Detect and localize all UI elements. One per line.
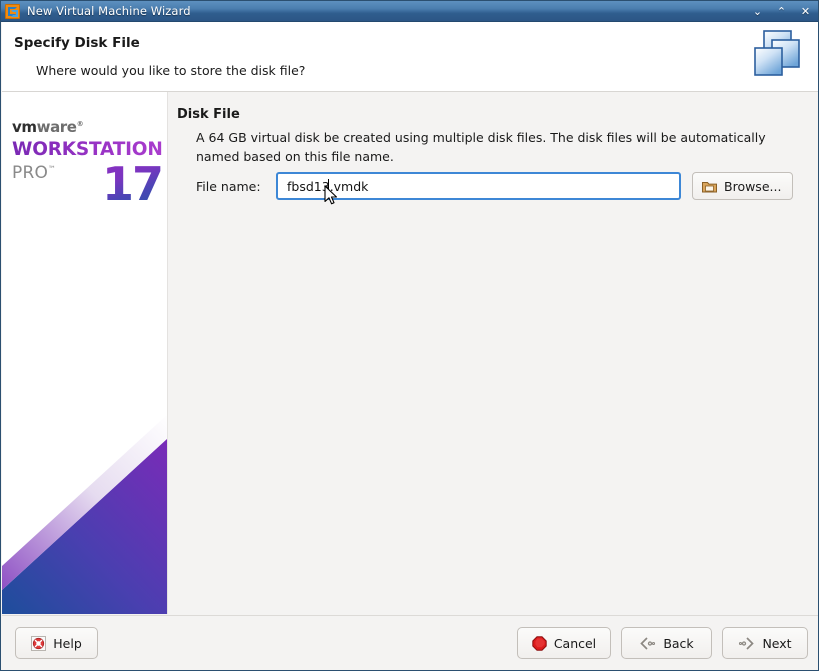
vmware-wordmark: vmware® [12, 120, 162, 135]
titlebar[interactable]: New Virtual Machine Wizard ⌄ ⌃ ✕ [1, 1, 818, 22]
new-virtual-machine-wizard-window: New Virtual Machine Wizard ⌄ ⌃ ✕ Specify… [0, 0, 819, 671]
close-icon[interactable]: ✕ [800, 6, 811, 17]
wizard-footer: Help Cancel Back Next [2, 615, 818, 670]
branding-sidebar: vmware® WORKSTATION PRO™ 17 [2, 92, 168, 614]
section-title: Disk File [177, 107, 240, 122]
help-button-label: Help [53, 635, 82, 651]
text-caret [328, 179, 329, 195]
back-button[interactable]: Back [621, 627, 712, 659]
file-name-input[interactable]: fbsd13.vmdk [276, 172, 681, 200]
vmware-workstation-icon [5, 3, 20, 19]
browse-button[interactable]: Browse... [692, 172, 794, 200]
file-name-row: File name: fbsd13.vmdk Browse... [196, 172, 794, 200]
diagonal-gradient-band [2, 414, 167, 614]
edition-label: PRO™ [12, 162, 57, 183]
maximize-icon[interactable]: ⌃ [776, 6, 787, 17]
vmware-ware-text: ware [36, 118, 77, 136]
stacked-disks-icon [754, 30, 800, 76]
version-number: 17 [101, 156, 164, 211]
vmware-vm-text: vm [12, 118, 37, 136]
cancel-button[interactable]: Cancel [517, 627, 611, 659]
next-button-label: Next [762, 635, 792, 651]
page-subtitle: Where would you like to store the disk f… [36, 63, 306, 78]
trademark-mark: ™ [48, 163, 57, 173]
back-button-label: Back [663, 635, 694, 651]
vmware-brand-block: vmware® WORKSTATION PRO™ 17 [12, 120, 164, 209]
chevron-double-left-icon [639, 636, 656, 650]
window-title: New Virtual Machine Wizard [27, 4, 191, 18]
registered-mark: ® [76, 120, 84, 128]
next-button[interactable]: Next [722, 627, 808, 659]
stop-octagon-icon [532, 635, 547, 651]
help-button[interactable]: Help [15, 627, 98, 659]
edition-row: PRO™ 17 [12, 161, 164, 209]
page-title: Specify Disk File [14, 35, 140, 51]
edition-text: PRO [12, 162, 49, 183]
wizard-header: Specify Disk File Where would you like t… [2, 22, 818, 92]
chevron-double-right-icon [738, 636, 755, 650]
lifebuoy-icon [31, 635, 47, 651]
browse-button-label: Browse... [724, 178, 782, 194]
minimize-icon[interactable]: ⌄ [752, 6, 763, 17]
file-name-label: File name: [196, 178, 261, 194]
cancel-button-label: Cancel [553, 635, 597, 651]
folder-icon [702, 180, 717, 193]
section-description: A 64 GB virtual disk be created using mu… [196, 130, 766, 164]
window-controls: ⌄ ⌃ ✕ [752, 6, 818, 17]
main-content: Disk File A 64 GB virtual disk be create… [168, 92, 818, 614]
